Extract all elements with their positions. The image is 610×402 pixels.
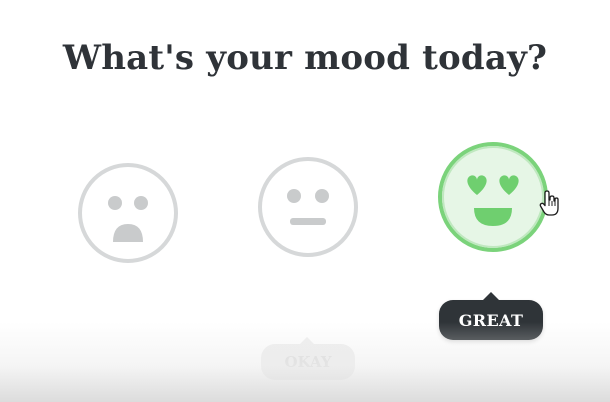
- hand-pointer-icon: [539, 190, 561, 218]
- mood-option-great[interactable]: [437, 141, 549, 253]
- tooltip-arrow: [482, 292, 500, 301]
- mood-picker: What's your mood today? GREAT OKAY: [0, 0, 610, 402]
- fading-tooltip-label: OKAY: [284, 353, 332, 371]
- page-title: What's your mood today?: [62, 38, 548, 78]
- sad-face-icon: [78, 163, 178, 263]
- mood-tooltip: GREAT: [439, 292, 543, 340]
- mood-option-sad[interactable]: [77, 162, 179, 264]
- tooltip-label: GREAT: [458, 310, 524, 330]
- heart-eyes-face-icon: [438, 142, 548, 252]
- mood-option-okay[interactable]: [257, 156, 359, 258]
- fading-tooltip-arrow: [299, 337, 315, 345]
- fading-tooltip: OKAY: [261, 337, 355, 380]
- neutral-face-icon: [258, 157, 358, 257]
